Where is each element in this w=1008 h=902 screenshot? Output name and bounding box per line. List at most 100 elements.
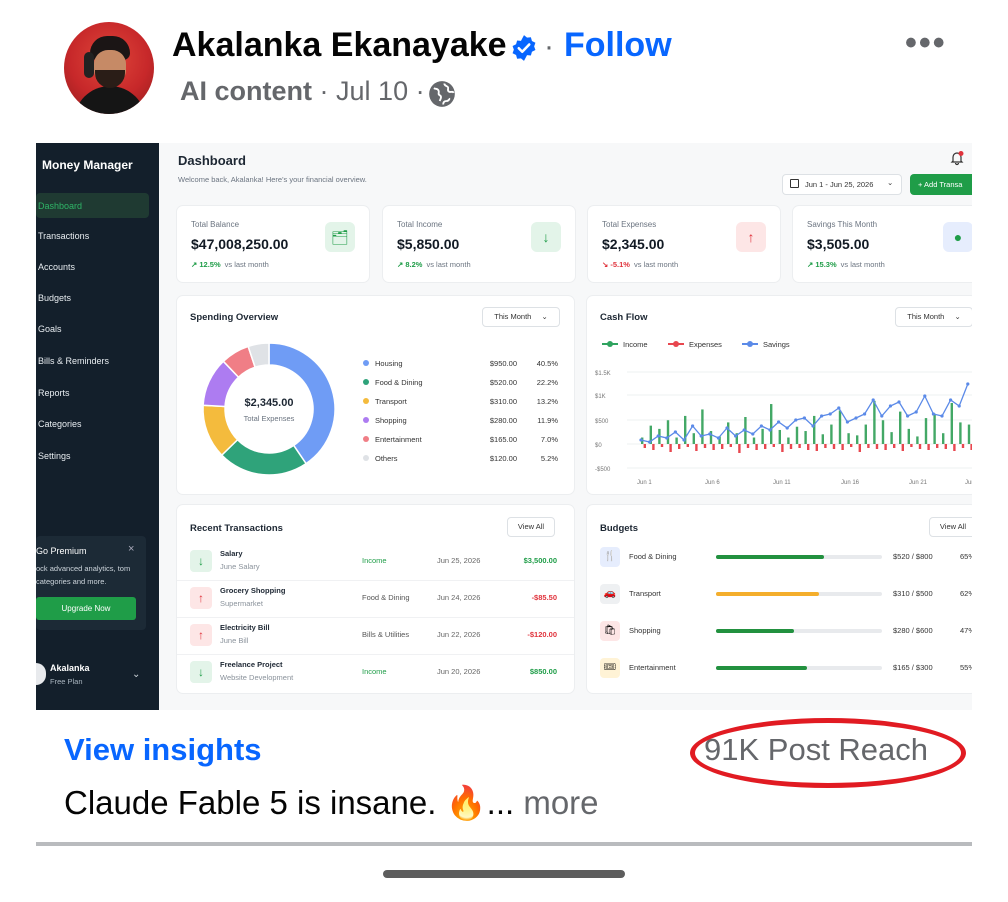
savings-point bbox=[828, 412, 832, 416]
expense-bar bbox=[858, 444, 861, 452]
view-all-button[interactable]: View All bbox=[929, 517, 972, 537]
post-image-dashboard[interactable]: Money Manager Dashboard Transactions Acc… bbox=[36, 143, 972, 710]
budget-row[interactable]: 🛍 Shopping $280 / $600 47% bbox=[587, 621, 972, 657]
transaction-row[interactable]: ↓ Freelance Project Website Development Inc… bbox=[177, 656, 574, 692]
transaction-date: Jun 24, 2026 bbox=[437, 593, 481, 602]
chevron-down-icon[interactable]: ⌄ bbox=[132, 669, 140, 680]
savings-point bbox=[880, 414, 884, 418]
date-range-picker[interactable]: Jun 1 - Jun 25, 2026 ⌄ bbox=[782, 174, 902, 195]
stat-label: Total Balance bbox=[191, 220, 240, 229]
author-name[interactable]: Akalanka Ekanayake bbox=[172, 26, 507, 65]
legend-percent: 22.2% bbox=[536, 378, 558, 387]
stat-icon: ↓ bbox=[531, 222, 561, 252]
savings-point bbox=[897, 400, 901, 404]
donut-chart[interactable] bbox=[199, 339, 339, 479]
budget-row[interactable]: 🎟 Entertainment $165 / $300 55% bbox=[587, 658, 972, 694]
see-more-link[interactable]: more bbox=[523, 784, 598, 821]
stat-card[interactable]: Total Expenses $2,345.00 ↘ -5.1% vs last mo… bbox=[588, 206, 780, 282]
upgrade-button[interactable]: Upgrade Now bbox=[36, 597, 136, 620]
legend-dot bbox=[673, 341, 679, 347]
stat-label: Total Income bbox=[397, 220, 443, 229]
stat-label: Savings This Month bbox=[807, 220, 878, 229]
sidebar-item-bills[interactable]: Bills & Reminders bbox=[38, 356, 109, 366]
sidebar-item-accounts[interactable]: Accounts bbox=[38, 262, 75, 272]
stat-card[interactable]: Total Balance $47,008,250.00 ↗ 12.5% vs las… bbox=[177, 206, 369, 282]
expense-bar bbox=[867, 444, 870, 448]
budget-name: Transport bbox=[629, 589, 661, 598]
dashboard-main: Dashboard Welcome back, Akalanka! Here's… bbox=[159, 143, 972, 710]
y-tick-label: $0 bbox=[595, 443, 602, 449]
income-bar bbox=[873, 400, 876, 444]
view-insights-link[interactable]: View insights bbox=[64, 732, 262, 768]
transaction-name: Salary bbox=[220, 549, 243, 558]
savings-point bbox=[665, 436, 669, 440]
sidebar-item-goals[interactable]: Goals bbox=[38, 324, 62, 334]
home-indicator[interactable] bbox=[383, 870, 625, 878]
stat-card[interactable]: Total Income $5,850.00 ↗ 8.2% vs last month… bbox=[383, 206, 575, 282]
bell-icon[interactable] bbox=[949, 150, 965, 166]
y-tick-label: $1K bbox=[595, 394, 606, 400]
post-caption: Claude Fable 5 is insane. 🔥... more bbox=[64, 784, 599, 823]
income-bar bbox=[838, 410, 842, 444]
view-all-button[interactable]: View All bbox=[507, 517, 555, 537]
premium-description: ock advanced analytics, tom categories a… bbox=[36, 564, 131, 586]
period-filter[interactable]: This Month ⌄ bbox=[895, 307, 972, 327]
expense-bar bbox=[755, 444, 758, 450]
budget-row[interactable]: 🚗 Transport $310 / $500 62% bbox=[587, 584, 972, 620]
expense-bar bbox=[678, 444, 681, 449]
expense-bar bbox=[953, 444, 956, 451]
budget-row[interactable]: 🍴 Food & Dining $520 / $800 65% bbox=[587, 547, 972, 583]
transaction-row[interactable]: ↑ Grocery Shopping Supermarket Food & Dinin… bbox=[177, 582, 574, 618]
transaction-amount: $3,500.00 bbox=[523, 556, 557, 565]
user-profile[interactable]: Akalanka Free Plan bbox=[50, 663, 90, 686]
savings-point bbox=[811, 424, 815, 428]
globe-icon bbox=[429, 81, 455, 107]
period-filter[interactable]: This Month ⌄ bbox=[482, 307, 560, 327]
donut-slice bbox=[220, 438, 308, 476]
legend-percent: 7.0% bbox=[540, 435, 558, 444]
transaction-amount: -$120.00 bbox=[527, 630, 557, 639]
cash-flow-chart[interactable]: $1.5K $1K $500 $0 -$500 Jun 1 Jun 6 Jun 11 Jun 1… bbox=[587, 356, 972, 488]
follow-button[interactable]: Follow bbox=[564, 26, 672, 65]
budget-name: Food & Dining bbox=[629, 552, 677, 561]
savings-point bbox=[691, 424, 695, 428]
sidebar-item-budgets[interactable]: Budgets bbox=[38, 293, 71, 303]
income-bar bbox=[778, 429, 781, 444]
sidebar-item-dashboard[interactable]: Dashboard bbox=[38, 201, 82, 211]
close-icon[interactable]: × bbox=[128, 543, 134, 555]
transaction-amount: $850.00 bbox=[529, 667, 557, 676]
user-avatar bbox=[36, 663, 46, 685]
more-options-icon[interactable]: ••• bbox=[905, 24, 947, 63]
caption-text: Claude Fable 5 is insane. 🔥 bbox=[64, 784, 487, 821]
expense-bar bbox=[815, 444, 818, 451]
x-tick-label: Jun 2 bbox=[965, 480, 972, 486]
author-avatar[interactable] bbox=[64, 22, 154, 114]
section-title: Spending Overview bbox=[190, 312, 279, 323]
savings-point bbox=[957, 404, 961, 408]
direction-icon: ↑ bbox=[190, 624, 212, 646]
budget-progress-fill bbox=[716, 592, 819, 596]
income-bar bbox=[666, 420, 670, 444]
post-meta: AI content · Jul 10 · bbox=[180, 76, 425, 107]
sidebar-item-reports[interactable]: Reports bbox=[38, 388, 70, 398]
transaction-row[interactable]: ↑ Electricity Bill June Bill Bills & Utilit… bbox=[177, 619, 574, 655]
sidebar-item-categories[interactable]: Categories bbox=[38, 419, 82, 429]
budget-progress-bar bbox=[716, 592, 882, 596]
add-transaction-button[interactable]: + Add Transa bbox=[910, 174, 972, 195]
legend-name: Income bbox=[623, 340, 648, 349]
expense-bar bbox=[764, 444, 767, 449]
budget-spent: $310 / $500 bbox=[893, 589, 933, 598]
transaction-row[interactable]: ↓ Salary June Salary Income Jun 25, 2026 $3,5… bbox=[177, 545, 574, 581]
stat-card[interactable]: Savings This Month $3,505.00 ↗ 15.3% vs las… bbox=[793, 206, 972, 282]
savings-point bbox=[673, 430, 677, 434]
sidebar-item-settings[interactable]: Settings bbox=[38, 451, 71, 461]
ai-content-label[interactable]: AI content bbox=[180, 76, 312, 106]
budget-progress-bar bbox=[716, 666, 882, 670]
chevron-down-icon: ⌄ bbox=[541, 312, 548, 321]
stat-icon: 🗂 bbox=[325, 222, 355, 252]
post-date[interactable]: Jul 10 bbox=[336, 76, 408, 106]
savings-point bbox=[914, 410, 918, 414]
stat-label: Total Expenses bbox=[602, 220, 657, 229]
sidebar-item-transactions[interactable]: Transactions bbox=[38, 231, 89, 241]
transaction-name: Electricity Bill bbox=[220, 623, 270, 632]
